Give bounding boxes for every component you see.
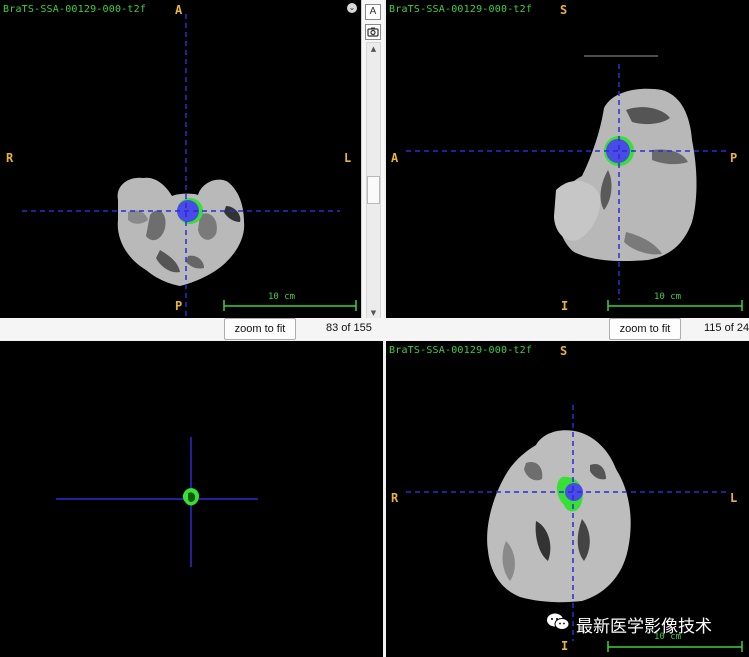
axial-scale-label: 10 cm — [268, 292, 296, 302]
view-menu-icon[interactable]: ⌄ — [347, 3, 357, 13]
coronal-brain-slice — [487, 430, 631, 603]
coronal-view-title: BraTS-SSA-00129-000-t2f — [389, 345, 533, 356]
coronal-label-bottom: I — [561, 639, 569, 653]
sagittal-label-top: S — [560, 3, 568, 17]
axial-slice-indicator: 83 of 155 — [326, 322, 372, 334]
sagittal-view[interactable]: BraTS-SSA-00129-000-t2f S A P I 10 cm — [386, 0, 749, 318]
sagittal-label-right: P — [730, 151, 738, 165]
sagittal-scale-label: 10 cm — [654, 292, 682, 302]
watermark: 最新医学影像技术 — [546, 612, 712, 637]
axial-view[interactable]: BraTS-SSA-00129-000-t2f A R L P 10 cm ⌄ — [0, 0, 361, 318]
coronal-view[interactable]: BraTS-SSA-00129-000-t2f S R L I 10 cm — [386, 341, 749, 657]
axial-view-title: BraTS-SSA-00129-000-t2f — [3, 4, 147, 15]
render-3d-image — [56, 437, 258, 567]
render-tumor-mesh — [182, 488, 200, 506]
scrollbar-thumb[interactable] — [367, 176, 380, 204]
watermark-text: 最新医学影像技术 — [576, 617, 712, 637]
slice-scrollbar[interactable]: ▲ ▼ — [366, 42, 381, 320]
sagittal-brain-slice — [554, 88, 697, 262]
sagittal-label-bottom: I — [561, 299, 569, 313]
coronal-label-left: R — [391, 491, 399, 505]
axial-label-bottom: P — [175, 299, 183, 313]
control-strip: zoom to fit 83 of 155 zoom to fit 115 of… — [0, 318, 749, 340]
camera-icon[interactable] — [365, 24, 381, 40]
annotate-icon[interactable]: A — [365, 4, 381, 20]
sagittal-image — [406, 55, 743, 311]
scroll-up-arrow-icon[interactable]: ▲ — [367, 43, 380, 55]
axial-image — [22, 14, 357, 318]
axial-brain-slice — [117, 177, 245, 286]
render-3d-view[interactable] — [0, 341, 383, 657]
axial-label-top: A — [175, 3, 183, 17]
axial-label-right: L — [344, 151, 352, 165]
sagittal-slice-indicator: 115 of 24 — [704, 322, 749, 334]
sagittal-label-left: A — [391, 151, 399, 165]
sagittal-view-title: BraTS-SSA-00129-000-t2f — [389, 4, 533, 15]
wechat-icon — [546, 612, 570, 637]
coronal-scale-bar — [607, 641, 743, 652]
coronal-label-right: L — [730, 491, 738, 505]
axial-tumor — [177, 198, 203, 224]
coronal-label-top: S — [560, 344, 568, 358]
zoom-to-fit-button[interactable]: zoom to fit — [224, 318, 296, 340]
zoom-to-fit-button-sagittal[interactable]: zoom to fit — [609, 318, 681, 340]
axial-label-left: R — [6, 151, 14, 165]
coronal-image — [406, 405, 743, 652]
tool-column: A ▲ ▼ — [361, 0, 384, 320]
